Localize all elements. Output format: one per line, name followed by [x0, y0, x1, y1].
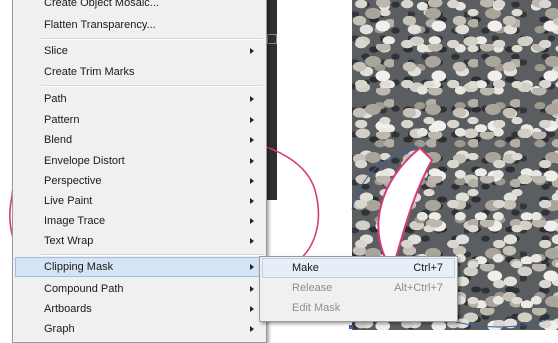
menu-item-path[interactable]: Path [15, 89, 264, 109]
menu-item-label: Create Object Mosaic... [44, 0, 159, 9]
menu-item-label: Blend [44, 134, 73, 146]
submenu-item-label: Release [292, 282, 333, 294]
menu-item-text-wrap[interactable]: Text Wrap [15, 231, 264, 251]
menu-item-create-trim-marks[interactable]: Create Trim Marks [15, 62, 264, 82]
menu-item-label: Text Wrap [44, 235, 94, 247]
menu-item-label: Slice [44, 45, 68, 57]
menu-separator [41, 38, 263, 40]
submenu-arrow-icon [250, 178, 254, 184]
menu-item-perspective[interactable]: Perspective [15, 171, 264, 191]
submenu-arrow-icon [250, 96, 254, 102]
submenu-arrow-icon [250, 238, 254, 244]
submenu-arrow-icon [250, 117, 254, 123]
menu-item-image-trace[interactable]: Image Trace [15, 211, 264, 231]
selection-bottom-arc [455, 317, 553, 328]
submenu-arrow-icon [250, 137, 254, 143]
menu-item-label: Create Trim Marks [44, 66, 135, 78]
submenu-arrow-icon [250, 218, 254, 224]
menu-item-label: Pattern [44, 114, 80, 126]
menu-separator [41, 85, 263, 87]
menu-item-pattern[interactable]: Pattern [15, 110, 264, 130]
menu-separator [41, 254, 263, 256]
menu-item-label: Envelope Distort [44, 155, 125, 167]
menu-item-label: Artboards [44, 303, 92, 315]
menu-item-label: Graph [44, 323, 75, 335]
menu-item-live-paint[interactable]: Live Paint [15, 191, 264, 211]
submenu-arrow-icon [250, 286, 254, 292]
menu-item-label: Flatten Transparency... [44, 19, 156, 31]
shortcut-label: Alt+Ctrl+7 [394, 282, 443, 294]
menu-item-create-object-mosaic[interactable]: Create Object Mosaic... [15, 0, 264, 13]
submenu-item-release[interactable]: Release Alt+Ctrl+7 [262, 278, 455, 298]
submenu-arrow-icon [250, 264, 254, 270]
menu-item-flatten-transparency[interactable]: Flatten Transparency... [15, 15, 264, 35]
submenu-arrow-icon [250, 198, 254, 204]
submenu-arrow-icon [250, 158, 254, 164]
anchor-point [349, 325, 353, 329]
menu-item-graph[interactable]: Graph [15, 319, 264, 339]
submenu-arrow-icon [250, 48, 254, 54]
shortcut-label: Ctrl+7 [413, 262, 443, 274]
menu-item-label: Path [44, 93, 67, 105]
menu-item-label: Compound Path [44, 283, 124, 295]
menu-item-label: Image Trace [44, 215, 106, 227]
submenu-arrow-icon [250, 306, 254, 312]
menu-item-artboards[interactable]: Artboards [15, 299, 264, 319]
submenu-item-edit-mask[interactable]: Edit Mask [262, 298, 455, 318]
menu-item-envelope-distort[interactable]: Envelope Distort [15, 151, 264, 171]
menu-item-label: Live Paint [44, 195, 93, 207]
menu-item-compound-path[interactable]: Compound Path [15, 279, 264, 299]
menu-item-slice[interactable]: Slice [15, 41, 264, 61]
menu-item-label: Perspective [44, 175, 102, 187]
submenu-item-label: Make [292, 262, 319, 274]
crescent-shape [377, 146, 434, 273]
object-context-menu: Create Object Mosaic... Flatten Transpar… [12, 0, 267, 343]
submenu-item-label: Edit Mask [292, 302, 341, 314]
menu-item-blend[interactable]: Blend [15, 130, 264, 150]
menu-item-label: Clipping Mask [44, 261, 114, 273]
submenu-arrow-icon [250, 326, 254, 332]
clipping-mask-submenu: Make Ctrl+7 Release Alt+Ctrl+7 Edit Mask [259, 256, 458, 322]
submenu-item-make[interactable]: Make Ctrl+7 [262, 258, 455, 278]
menu-item-clipping-mask[interactable]: Clipping Mask [15, 257, 264, 277]
